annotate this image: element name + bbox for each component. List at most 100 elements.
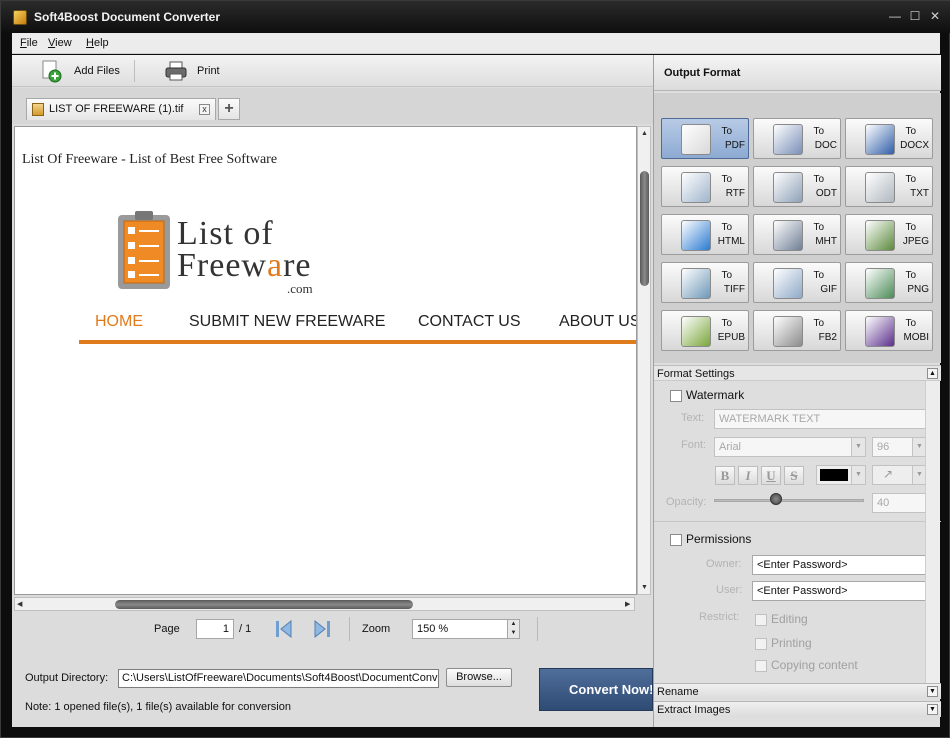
format-to-label: To (813, 126, 824, 137)
printing-checkbox[interactable] (755, 638, 767, 650)
last-page-icon[interactable] (311, 618, 333, 640)
rename-section-header[interactable]: Rename ▼ (654, 683, 941, 699)
add-files-button[interactable]: Add Files (40, 59, 130, 83)
jpeg-format-icon (865, 220, 895, 251)
separator (537, 617, 538, 641)
permissions-checkbox[interactable] (670, 534, 682, 546)
to-txt-button[interactable]: To TXT (845, 166, 933, 207)
scroll-right-icon[interactable]: ▶ (625, 601, 630, 608)
font-size-value: 96 (877, 441, 890, 453)
to-epub-button[interactable]: To EPUB (661, 310, 749, 351)
page-total: / 1 (239, 623, 252, 635)
font-value: Arial (719, 441, 742, 453)
opacity-slider-knob[interactable] (770, 493, 782, 505)
permissions-label: Permissions (686, 532, 752, 546)
user-password-field[interactable]: <Enter Password> (752, 581, 927, 601)
italic-button[interactable]: I (738, 466, 758, 485)
to-fb2-button[interactable]: To FB2 (753, 310, 841, 351)
strikethrough-button[interactable]: S (784, 466, 804, 485)
horizontal-scroll-thumb[interactable] (115, 600, 413, 609)
format-name-label: TIFF (723, 284, 745, 295)
zoom-label: Zoom (362, 623, 391, 635)
to-doc-button[interactable]: To DOC (753, 118, 841, 159)
chevron-down-icon: ▼ (912, 466, 926, 484)
to-mobi-button[interactable]: To MOBI (845, 310, 933, 351)
bold-button[interactable]: B (715, 466, 735, 485)
opacity-input[interactable]: 40 (872, 493, 927, 513)
expand-down-icon[interactable]: ▼ (927, 704, 938, 715)
close-tab-icon[interactable]: x (199, 104, 210, 115)
underline-button[interactable]: U (761, 466, 781, 485)
to-png-button[interactable]: To PNG (845, 262, 933, 303)
to-docx-button[interactable]: To DOCX (845, 118, 933, 159)
convert-now-button[interactable]: Convert Now! (539, 668, 653, 711)
logo-domain: .com (287, 281, 313, 296)
title-bar: Soft4Boost Document Converter — ☐ ✕ (1, 1, 950, 33)
expand-down-icon[interactable]: ▼ (927, 686, 938, 697)
output-directory-input[interactable]: C:\Users\ListOfFreeware\Documents\Soft4B… (118, 669, 439, 688)
output-format-title: Output Format (664, 67, 741, 79)
format-name-label: DOC (814, 140, 837, 151)
to-jpeg-button[interactable]: To JPEG (845, 214, 933, 255)
format-name-label: PNG (907, 284, 929, 295)
format-settings-header[interactable]: Format Settings ▲ (654, 365, 941, 381)
scroll-down-icon[interactable]: ▼ (641, 584, 648, 591)
extract-images-section-header[interactable]: Extract Images ▼ (654, 701, 941, 717)
text-color-picker[interactable]: ▼ (816, 465, 866, 485)
close-icon[interactable]: ✕ (928, 9, 942, 23)
zoom-spin-icon[interactable]: ▲ ▼ (507, 620, 519, 638)
to-tiff-button[interactable]: To TIFF (661, 262, 749, 303)
watermark-checkbox[interactable] (670, 390, 682, 402)
font-label: Font: (681, 439, 707, 451)
rotate-arrow-icon: ↗ (883, 467, 894, 481)
rename-title: Rename (657, 686, 699, 698)
rotation-picker[interactable]: ↗ ▼ (872, 465, 927, 485)
scroll-left-icon[interactable]: ◀ (17, 601, 22, 608)
copying-checkbox[interactable] (755, 660, 767, 672)
print-button[interactable]: Print (164, 59, 224, 83)
divider (654, 521, 941, 522)
collapse-up-icon[interactable]: ▲ (927, 368, 938, 379)
format-to-label: To (721, 174, 732, 185)
browse-button[interactable]: Browse... (446, 668, 512, 687)
vertical-scroll-thumb[interactable] (640, 171, 649, 286)
document-area: Add Files Print LIST OF FREEWARE (1).tif… (12, 55, 653, 727)
epub-format-icon (681, 316, 711, 347)
to-odt-button[interactable]: To ODT (753, 166, 841, 207)
menu-view[interactable]: View (48, 37, 72, 49)
watermark-text-field[interactable]: WATERMARK TEXT (714, 409, 927, 429)
to-pdf-button[interactable]: To PDF (661, 118, 749, 159)
opacity-slider-track[interactable] (714, 499, 864, 502)
horizontal-scrollbar[interactable]: ◀ ▶ (14, 597, 635, 611)
font-size-select[interactable]: 96 ▼ (872, 437, 927, 457)
add-tab-button[interactable]: + (218, 98, 240, 120)
chevron-down-icon: ▼ (851, 438, 865, 456)
format-name-label: PDF (725, 140, 745, 151)
to-mht-button[interactable]: To MHT (753, 214, 841, 255)
scroll-up-icon[interactable]: ▲ (641, 130, 648, 137)
rtf-format-icon (681, 172, 711, 203)
owner-password-field[interactable]: <Enter Password> (752, 555, 927, 575)
document-tab[interactable]: LIST OF FREEWARE (1).tif x (26, 98, 216, 120)
format-to-label: To (813, 318, 824, 329)
toolbar: Add Files Print (12, 55, 653, 87)
docx-format-icon (865, 124, 895, 155)
settings-scrollbar[interactable] (925, 381, 940, 685)
first-page-icon[interactable] (273, 618, 295, 640)
to-gif-button[interactable]: To GIF (753, 262, 841, 303)
to-html-button[interactable]: To HTML (661, 214, 749, 255)
menu-file[interactable]: File (20, 37, 38, 49)
vertical-scrollbar[interactable]: ▲ ▼ (637, 126, 651, 595)
format-name-label: MHT (815, 236, 837, 247)
zoom-stepper[interactable]: 150 % ▲ ▼ (412, 619, 520, 639)
editing-checkbox[interactable] (755, 614, 767, 626)
minimize-icon[interactable]: — (888, 9, 902, 23)
format-name-label: EPUB (717, 332, 745, 343)
font-select[interactable]: Arial ▼ (714, 437, 866, 457)
menu-help[interactable]: Help (86, 37, 109, 49)
page-number-input[interactable]: 1 (196, 619, 234, 639)
maximize-icon[interactable]: ☐ (908, 9, 922, 23)
format-to-label: To (905, 174, 916, 185)
format-settings-title: Format Settings (657, 368, 735, 380)
to-rtf-button[interactable]: To RTF (661, 166, 749, 207)
